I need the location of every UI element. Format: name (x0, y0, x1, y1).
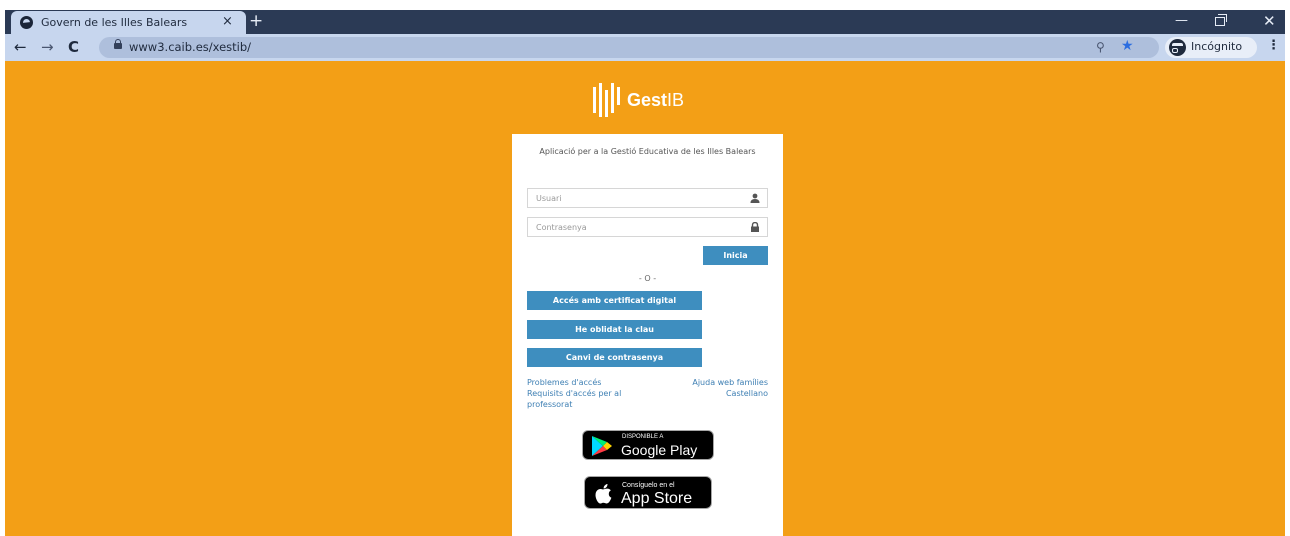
page-content: GestIB Aplicació per a la Gestió Educati… (5, 61, 1285, 536)
apple-icon (595, 484, 612, 504)
padlock-icon (751, 222, 759, 232)
app-store-small-text: Consíguelo en el (622, 482, 675, 489)
address-bar[interactable]: www3.caib.es/xestib/ ⚲ ★ (99, 37, 1159, 58)
forward-arrow-icon[interactable]: → (41, 38, 54, 56)
star-icon[interactable]: ★ (1121, 38, 1134, 54)
incognito-badge[interactable]: Incógnito (1165, 37, 1257, 58)
google-play-small-text: DISPONIBLE A (622, 434, 664, 440)
tab-strip: Govern de les Illes Balears × + — ✕ (5, 10, 1285, 34)
access-problems-link[interactable]: Problemes d'accés (527, 377, 601, 388)
reload-icon[interactable]: C (68, 38, 79, 56)
gestib-logo-icon (593, 83, 620, 117)
url-text[interactable]: www3.caib.es/xestib/ (129, 40, 251, 54)
browser-window: Govern de les Illes Balears × + — ✕ ← → … (5, 10, 1285, 536)
menu-dots-icon[interactable]: ⋮ (1267, 38, 1280, 53)
castellano-link[interactable]: Castellano (726, 388, 768, 399)
window-close-icon[interactable]: ✕ (1263, 12, 1276, 30)
incognito-label: Incógnito (1191, 40, 1243, 53)
app-store-big-text: App Store (621, 490, 693, 507)
new-tab-button[interactable]: + (249, 12, 263, 30)
lock-icon[interactable] (114, 39, 122, 49)
password-input[interactable] (527, 217, 768, 237)
or-separator: - O - (638, 274, 657, 283)
app-store-badge[interactable]: Consíguelo en el App Store (584, 476, 712, 509)
family-help-link[interactable]: Ajuda web famílies (692, 377, 768, 388)
globe-icon (20, 16, 33, 29)
brand-name: GestIB (627, 90, 685, 110)
incognito-icon (1169, 39, 1186, 56)
username-input[interactable] (527, 188, 768, 208)
google-play-icon (592, 436, 612, 456)
browser-toolbar: ← → C www3.caib.es/xestib/ ⚲ ★ Incógnito… (5, 34, 1285, 61)
google-play-big-text: Google Play (621, 442, 698, 458)
tab-close-icon[interactable]: × (222, 14, 233, 30)
tab-govern[interactable]: Govern de les Illes Balears × (11, 11, 246, 34)
login-card: Aplicació per a la Gestió Educativa de l… (512, 134, 783, 536)
app-subtitle: Aplicació per a la Gestió Educativa de l… (539, 147, 756, 156)
minimize-icon[interactable]: — (1175, 12, 1188, 30)
zoom-icon[interactable]: ⚲ (1096, 40, 1105, 54)
login-button[interactable]: Inicia (703, 246, 768, 265)
tab-title: Govern de les Illes Balears (41, 16, 188, 29)
google-play-badge[interactable]: DISPONIBLE A Google Play (582, 430, 714, 460)
back-arrow-icon[interactable]: ← (14, 38, 27, 56)
user-icon (750, 193, 760, 203)
change-password-button[interactable]: Canvi de contrasenya (527, 348, 702, 367)
teacher-requirements-link[interactable]: Requisits d'accés per al professorat (527, 388, 652, 410)
forgot-password-button[interactable]: He oblidat la clau (527, 320, 702, 339)
restore-icon[interactable] (1215, 14, 1227, 26)
digital-certificate-button[interactable]: Accés amb certificat digital (527, 291, 702, 310)
